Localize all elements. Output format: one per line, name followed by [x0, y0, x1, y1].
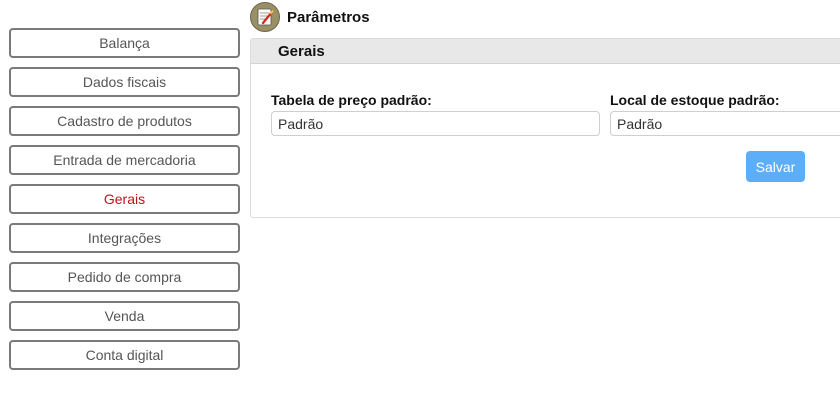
- settings-panel: Gerais Tabela de preço padrão: Local de …: [250, 38, 840, 218]
- panel-title: Gerais: [251, 39, 840, 64]
- stock-location-input[interactable]: [610, 111, 840, 136]
- parameters-page: Parâmetros Balança Dados fiscais Cadastr…: [0, 0, 840, 404]
- sidebar-menu: Balança Dados fiscais Cadastro de produt…: [9, 28, 240, 379]
- save-button[interactable]: Salvar: [746, 151, 805, 182]
- sidebar-item-balanca[interactable]: Balança: [9, 28, 240, 58]
- sidebar-item-entrada-de-mercadoria[interactable]: Entrada de mercadoria: [9, 145, 240, 175]
- page-title: Parâmetros: [287, 8, 370, 26]
- price-table-label: Tabela de preço padrão:: [271, 92, 432, 108]
- sidebar-item-pedido-de-compra[interactable]: Pedido de compra: [9, 262, 240, 292]
- sidebar-item-dados-fiscais[interactable]: Dados fiscais: [9, 67, 240, 97]
- price-table-input[interactable]: [271, 111, 600, 136]
- sidebar-item-venda[interactable]: Venda: [9, 301, 240, 331]
- sidebar-item-integracoes[interactable]: Integrações: [9, 223, 240, 253]
- sidebar-item-gerais[interactable]: Gerais: [9, 184, 240, 214]
- settings-document-icon: [250, 2, 280, 32]
- sidebar-item-cadastro-de-produtos[interactable]: Cadastro de produtos: [9, 106, 240, 136]
- stock-location-label: Local de estoque padrão:: [610, 92, 780, 108]
- sidebar-item-conta-digital[interactable]: Conta digital: [9, 340, 240, 370]
- page-header: Parâmetros: [250, 0, 370, 34]
